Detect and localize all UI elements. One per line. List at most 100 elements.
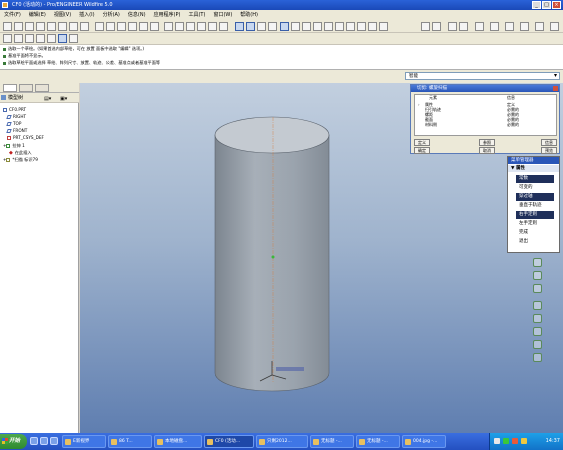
dialog-close-button[interactable] [553,86,558,91]
tree-item[interactable]: ◆ 在此插入 [9,150,32,156]
saved-views-icon[interactable] [368,22,377,31]
csys-tool-icon[interactable] [475,22,484,31]
menu-tools[interactable]: 工具(T) [184,10,209,20]
ok-button[interactable]: 确定 [414,147,430,154]
menu-edit[interactable]: 编辑(E) [25,10,50,20]
cancel-button[interactable]: 取消 [479,147,495,154]
minimize-button[interactable]: _ [532,1,541,9]
datum-axis-display-icon[interactable] [246,22,255,31]
menu-item-left-handed[interactable]: 左手定则 [516,220,554,228]
select-box-icon[interactable] [197,22,206,31]
color-appearance-icon[interactable] [47,34,56,43]
hidden-line-icon[interactable] [291,22,300,31]
quicklaunch-browser-icon[interactable] [30,437,38,445]
tree-item[interactable]: FRONT [6,128,27,133]
tree-item[interactable]: TOP [6,121,21,126]
extrude-tool-icon[interactable] [505,22,514,31]
orient-icon[interactable] [219,22,228,31]
taskbar-item[interactable]: 只剩2012... [256,435,308,448]
datum-point-tool-icon[interactable] [459,22,468,31]
window-layout-icon[interactable] [14,34,23,43]
paste-icon[interactable] [139,22,148,31]
datum-axis-tool-icon[interactable] [432,22,441,31]
revolve-tool-icon[interactable] [520,22,529,31]
help-context-icon[interactable] [36,34,45,43]
menu-item-constant[interactable]: 常数 [516,175,554,183]
undo-icon[interactable] [95,22,104,31]
menu-help[interactable]: 帮助(H) [236,10,262,20]
taskbar-item[interactable]: 86 T... [108,435,152,448]
network-icon[interactable] [503,438,509,444]
taskbar-item[interactable]: E新视界 [62,435,106,448]
menu-insert[interactable]: 插入(I) [75,10,98,20]
ime-icon[interactable] [521,438,527,444]
csys-display-icon[interactable] [268,22,277,31]
annotation-icon[interactable] [25,34,34,43]
tab-favorites[interactable] [35,84,49,92]
menu-item-quit[interactable]: 退出 [516,238,554,246]
table-row-element[interactable]: 材料侧 [425,122,437,128]
tree-item[interactable]: CF0.PRT [3,107,26,112]
search-tool-icon[interactable] [186,22,195,31]
hole-tool-icon[interactable] [533,301,542,310]
sweep-tool-icon[interactable] [535,22,544,31]
taskbar-item[interactable]: 无标题 -... [310,435,354,448]
new-file-icon[interactable] [3,22,12,31]
datum-tool-icon[interactable] [533,258,542,267]
menu-item-thru-axis[interactable]: 穿过轴 [516,193,554,201]
security-icon[interactable] [512,438,518,444]
menu-analysis[interactable]: 分析(A) [99,10,124,20]
datum-point-display-icon[interactable] [257,22,266,31]
blend-tool-icon[interactable] [550,22,559,31]
define-button[interactable]: 定义 [414,139,430,146]
open-file-icon[interactable] [14,22,23,31]
refit-icon[interactable] [346,22,355,31]
show-dropdown-icon[interactable]: ▣▾ [60,94,67,104]
info-button[interactable]: 信息 [541,139,557,146]
chamfer-tool-icon[interactable] [533,327,542,336]
analysis-tool-icon[interactable] [490,22,499,31]
menu-applications[interactable]: 应用程序(P) [150,10,185,20]
layer-tree-icon[interactable] [379,22,388,31]
menu-file[interactable]: 文件(F) [0,10,25,20]
redo-icon[interactable] [106,22,115,31]
no-hidden-icon[interactable] [302,22,311,31]
zoom-in-icon[interactable] [324,22,333,31]
start-button[interactable]: 开始 [0,434,27,449]
maximize-button[interactable]: □ [542,1,551,9]
tree-item[interactable]: + 拉伸 1 [3,143,25,148]
print-icon[interactable] [36,22,45,31]
datum-plane-tool-icon[interactable] [421,22,430,31]
refs-button[interactable]: 参照 [479,139,495,146]
cylinder-body[interactable] [214,116,330,392]
curve-tool-icon[interactable] [533,271,542,280]
settings-dropdown-icon[interactable]: ▤▾ [44,94,51,104]
tree-item[interactable]: PRT_CSYS_DEF [7,135,44,140]
paste-special-icon[interactable] [150,22,159,31]
volume-icon[interactable] [494,438,500,444]
spin-toggle-icon[interactable] [58,34,67,43]
sketch-tool-icon[interactable] [448,22,457,31]
zoom-out-icon[interactable] [335,22,344,31]
tree-item[interactable]: RIGHT [6,114,26,119]
taskbar-item[interactable]: 004.jpg -... [402,435,446,448]
repaint-icon[interactable] [208,22,217,31]
quicklaunch-media-icon[interactable] [40,437,48,445]
email-icon[interactable] [47,22,56,31]
menu-section-attributes[interactable]: ▼ 属性 [508,165,559,172]
taskbar-item[interactable]: CF0 (活动... [204,435,254,448]
view-manager-icon[interactable] [175,22,184,31]
taskbar-item[interactable]: 无标题 -... [356,435,400,448]
menu-window[interactable]: 窗口(W) [209,10,236,20]
close-button[interactable]: × [552,1,561,9]
round-tool-icon[interactable] [533,314,542,323]
regenerate-icon[interactable] [69,22,78,31]
tree-item[interactable]: + *扫描 标识79 [3,157,38,162]
quicklaunch-app-icon[interactable] [50,437,58,445]
menu-item-variable[interactable]: 可变的 [516,184,554,192]
sketch-view-icon[interactable] [3,34,12,43]
shell-tool-icon[interactable] [533,340,542,349]
copy-icon[interactable] [128,22,137,31]
menu-view[interactable]: 视图(V) [50,10,75,20]
model-display-icon[interactable] [69,34,78,43]
